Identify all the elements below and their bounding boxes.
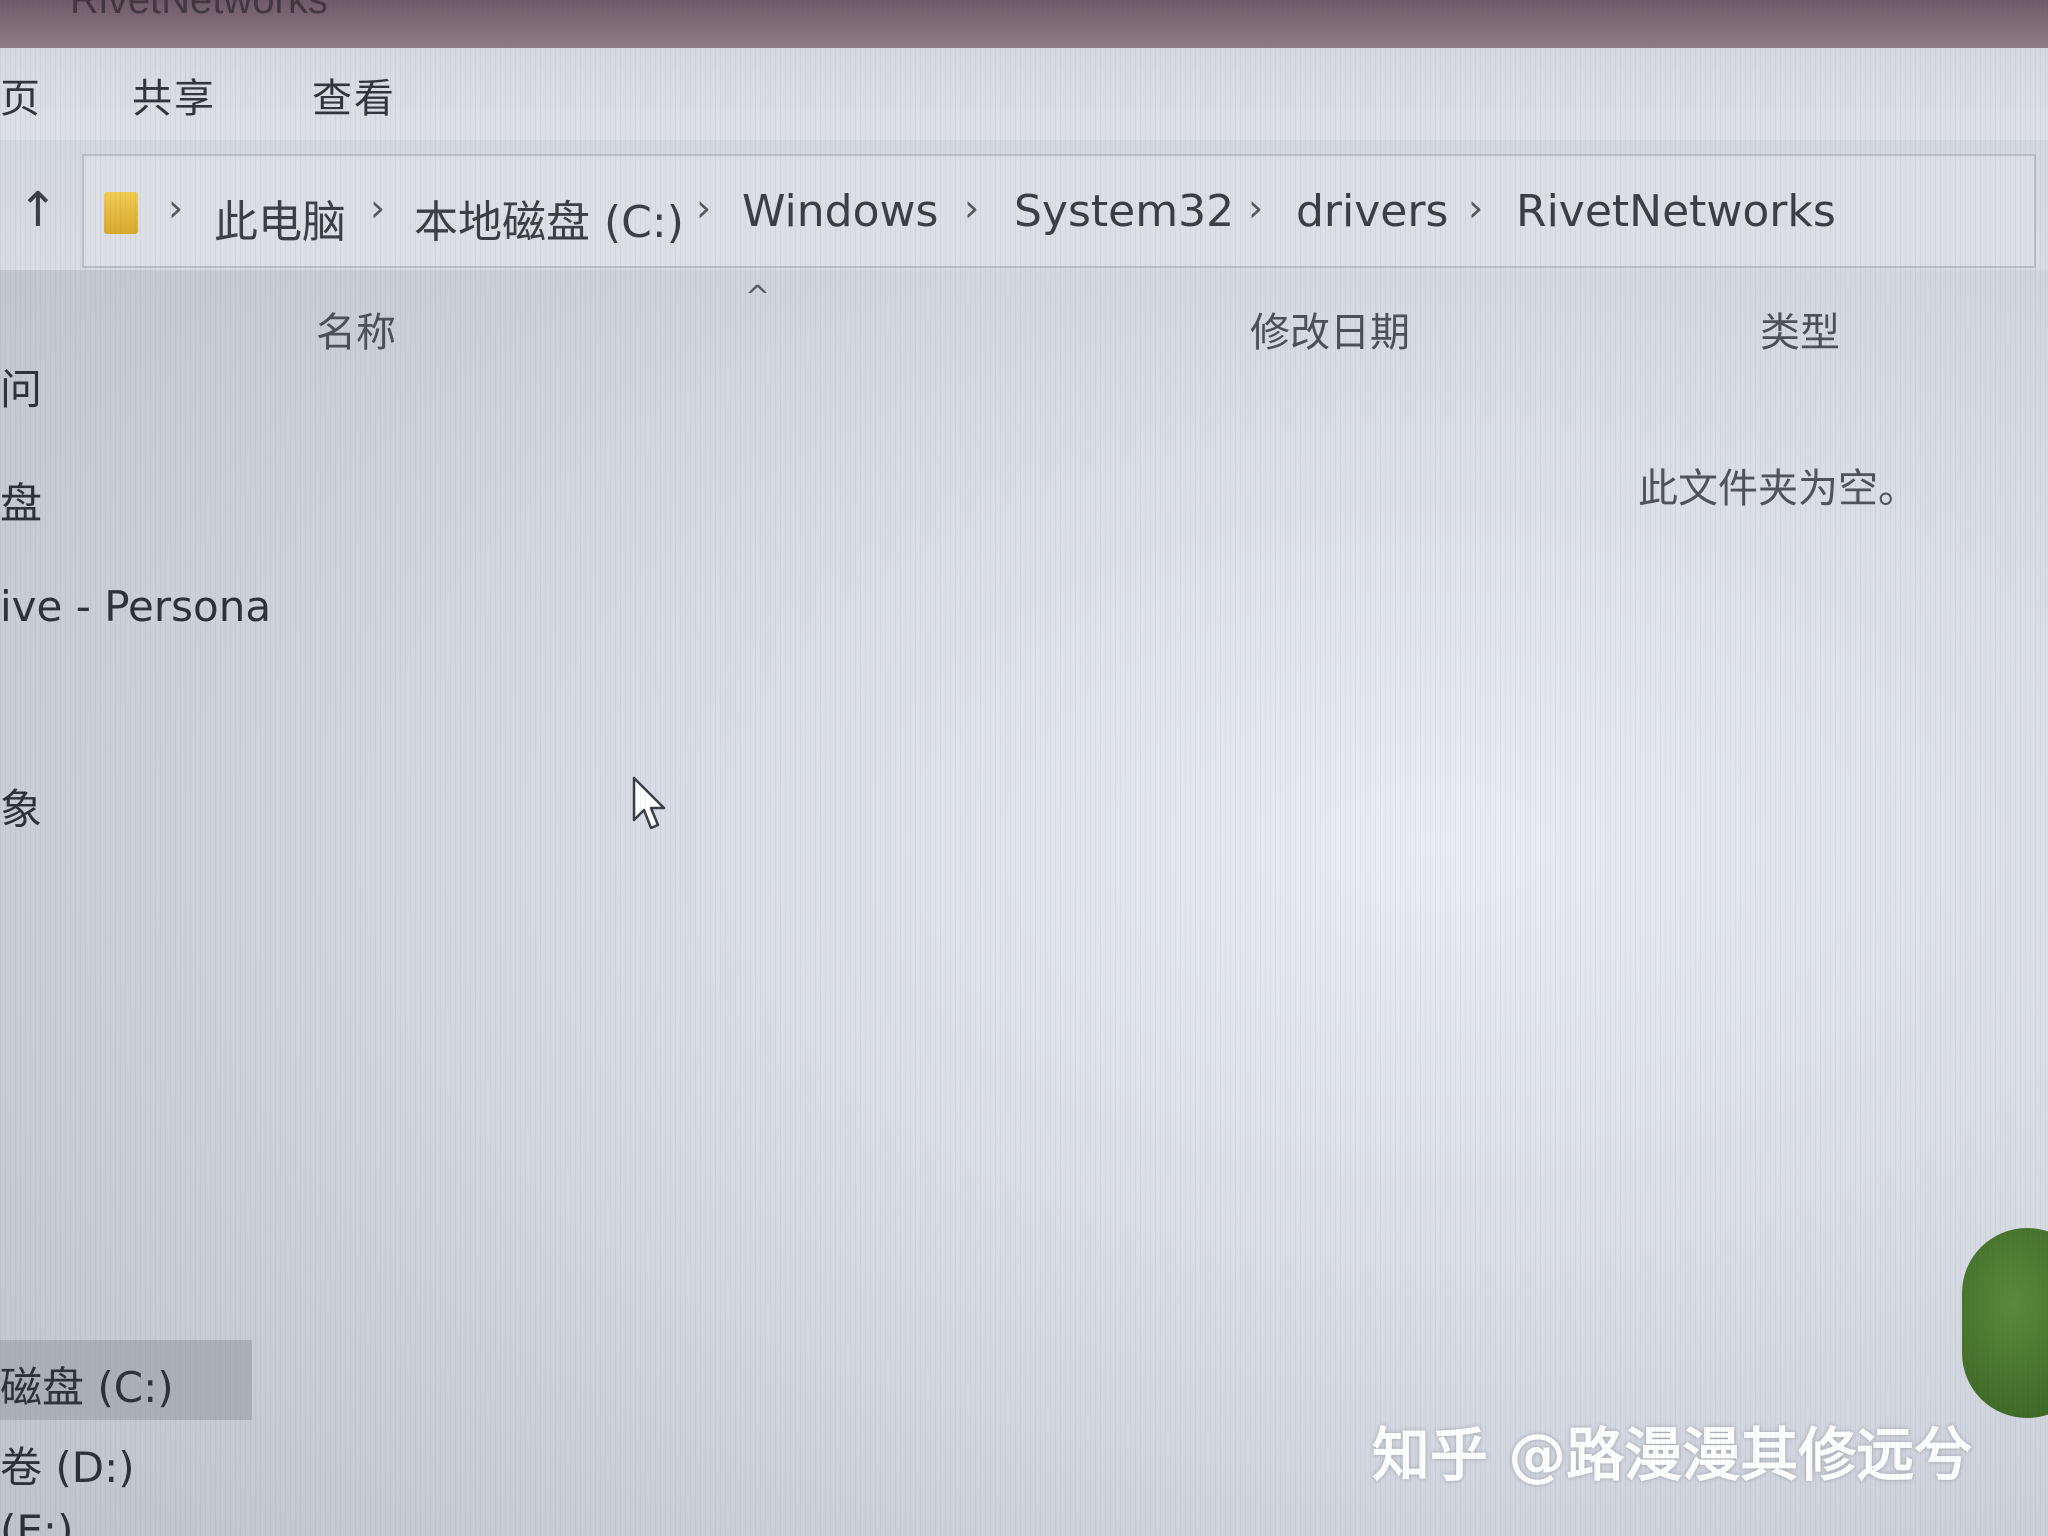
nav-item-onedrive[interactable]: ive - Persona (0, 582, 271, 631)
breadcrumb-chevron-icon[interactable]: › (370, 186, 385, 230)
ribbon-tabs: 页 共享 查看 (0, 48, 2048, 140)
breadcrumb-chevron-icon[interactable]: › (1468, 186, 1483, 230)
breadcrumb-chevron-icon[interactable]: › (964, 186, 979, 230)
folder-icon (104, 192, 138, 234)
breadcrumb-chevron-icon[interactable]: › (168, 186, 183, 230)
breadcrumb-this-pc[interactable]: 此电脑 (214, 186, 346, 250)
breadcrumb-rivetnetworks[interactable]: RivetNetworks (1516, 186, 1836, 237)
nav-item-quick-access[interactable]: 问 (0, 356, 42, 417)
tab-home[interactable]: 页 (0, 66, 42, 124)
up-arrow-icon[interactable]: ↑ (14, 180, 62, 240)
window-title: RivetNetworks (70, 0, 328, 22)
breadcrumb-chevron-icon[interactable]: › (696, 186, 711, 230)
nav-item-volume-e[interactable]: (E:) (0, 1506, 73, 1536)
tab-view[interactable]: 查看 (312, 66, 396, 124)
nav-item-volume-d[interactable]: 卷 (D:) (0, 1434, 135, 1495)
breadcrumb-windows[interactable]: Windows (742, 186, 938, 237)
watermark-text: 知乎 @路漫漫其修远兮 (1372, 1421, 1973, 1489)
title-bar: RivetNetworks (0, 0, 2048, 48)
breadcrumb-drivers[interactable]: drivers (1296, 186, 1448, 237)
breadcrumb-local-disk[interactable]: 本地磁盘 (C:) (414, 186, 684, 250)
nav-item-objects[interactable]: 象 (0, 776, 42, 837)
navigation-row: ↑ › 此电脑 › 本地磁盘 (C:) › Windows › System32… (0, 140, 2048, 270)
column-header-modified[interactable]: 修改日期 (1250, 300, 1410, 358)
column-header-name[interactable]: 名称 (316, 300, 396, 358)
sort-ascending-icon: ^ (745, 280, 771, 315)
address-bar[interactable]: › 此电脑 › 本地磁盘 (C:) › Windows › System32 ›… (82, 154, 2036, 268)
explorer-window: RivetNetworks 页 共享 查看 ↑ › 此电脑 › 本地磁盘 (C:… (0, 0, 2048, 1536)
breadcrumb-chevron-icon[interactable]: › (1248, 186, 1263, 230)
empty-folder-message: 此文件夹为空。 (1638, 466, 1918, 512)
floating-action-button[interactable] (1962, 1228, 2048, 1418)
tab-share[interactable]: 共享 (132, 66, 216, 124)
nav-item-drive[interactable]: 盘 (0, 470, 42, 531)
nav-item-local-disk-c[interactable]: 磁盘 (C:) (0, 1354, 174, 1415)
column-header-type[interactable]: 类型 (1760, 300, 1840, 358)
breadcrumb-system32[interactable]: System32 (1014, 186, 1234, 237)
mouse-cursor-icon (632, 776, 666, 830)
